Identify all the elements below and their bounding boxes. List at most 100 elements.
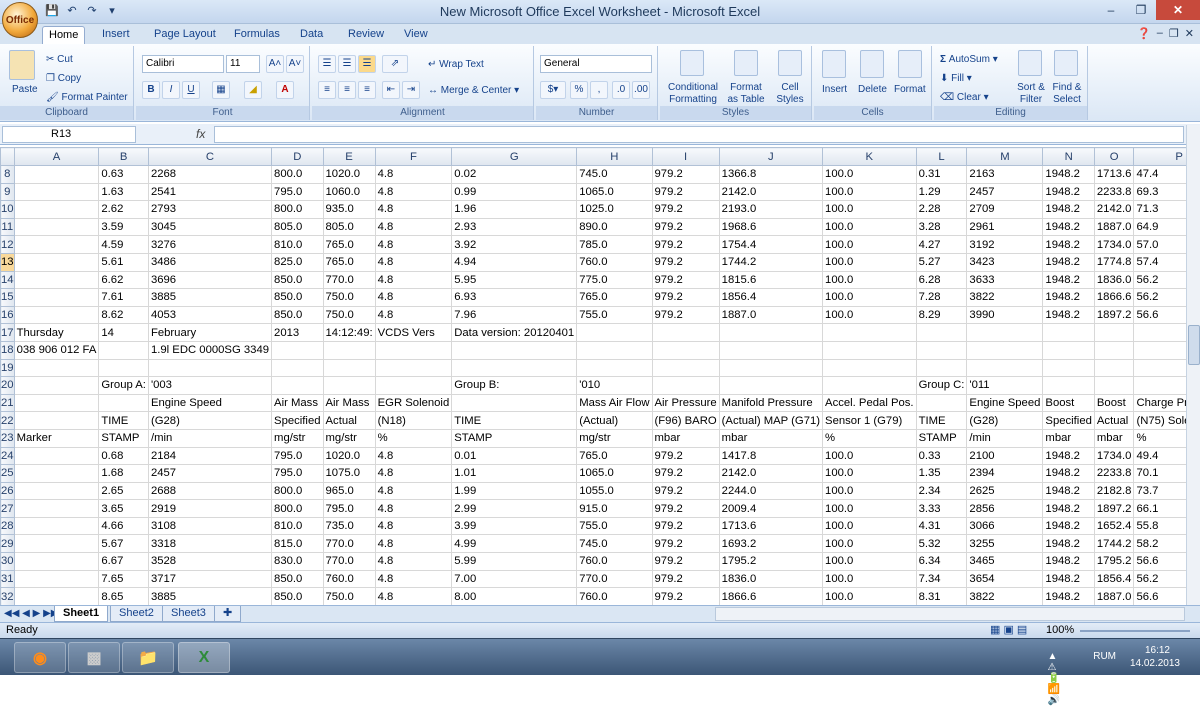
cell[interactable]: 1417.8	[718, 446, 824, 466]
cell[interactable]: %	[374, 428, 453, 448]
cell[interactable]	[822, 323, 917, 342]
cell[interactable]: 750.0	[322, 305, 376, 325]
cell[interactable]: 4.8	[374, 288, 453, 307]
cell[interactable]: STAMP	[98, 428, 149, 448]
cell[interactable]: 6.28	[915, 270, 968, 290]
row-header[interactable]: 26	[0, 481, 15, 501]
cell[interactable]	[98, 340, 149, 360]
row-header[interactable]: 10	[0, 200, 15, 219]
excel-icon[interactable]: X	[178, 642, 230, 673]
cell[interactable]: 55.8	[1133, 516, 1186, 536]
cell[interactable]: 1.9l EDC 0000SG 3349	[147, 340, 273, 360]
cell[interactable]: 795.0	[271, 446, 324, 466]
cell[interactable]: 0.02	[451, 165, 578, 184]
cell[interactable]	[966, 340, 1044, 360]
cell[interactable]: 2793	[147, 200, 273, 219]
column-header-h[interactable]: H	[576, 147, 653, 166]
wrap-text-button[interactable]: ↵ Wrap Text	[428, 59, 484, 71]
cell[interactable]: Thursday	[13, 323, 100, 342]
cell[interactable]: Data version: 20120401	[451, 323, 578, 342]
cell[interactable]: 0.68	[98, 446, 149, 466]
cell[interactable]: 850.0	[271, 587, 324, 605]
cell[interactable]: 1948.2	[1042, 464, 1095, 483]
cell[interactable]: 100.0	[822, 516, 917, 536]
row-header[interactable]: 31	[0, 569, 15, 589]
cell[interactable]: 965.0	[322, 481, 376, 501]
cell[interactable]: 1.01	[451, 464, 578, 483]
cell[interactable]: 1948.2	[1042, 587, 1095, 605]
cell[interactable]: 7.65	[98, 569, 149, 589]
row-header[interactable]: 24	[0, 446, 15, 466]
cell[interactable]	[271, 358, 324, 378]
workbook-close-icon[interactable]: ✕	[1185, 27, 1194, 40]
cell[interactable]: 100.0	[822, 200, 917, 219]
vertical-scroll-thumb[interactable]	[1188, 325, 1200, 365]
tab-home[interactable]: Home	[42, 26, 86, 44]
cell[interactable]	[966, 358, 1044, 378]
borders-icon[interactable]: ▦	[212, 81, 230, 99]
column-header-m[interactable]: M	[966, 147, 1044, 166]
cell[interactable]: 4.31	[915, 516, 968, 536]
cell[interactable]: 1836.0	[1093, 270, 1135, 290]
row-header[interactable]: 8	[0, 165, 15, 184]
row-header[interactable]: 25	[0, 464, 15, 483]
cell[interactable]: 0.63	[98, 165, 149, 184]
cell[interactable]: 100.0	[822, 534, 917, 554]
cell[interactable]: 71.3	[1133, 200, 1186, 219]
cell[interactable]: 760.0	[322, 569, 376, 589]
cell[interactable]: 3423	[966, 252, 1044, 272]
cell[interactable]	[374, 340, 453, 360]
cell[interactable]	[1093, 340, 1135, 360]
cell[interactable]	[13, 252, 100, 272]
cell[interactable]: mbar	[1093, 428, 1135, 448]
cell[interactable]	[915, 358, 968, 378]
cell[interactable]: 979.2	[651, 481, 720, 501]
cell[interactable]: 1948.2	[1042, 552, 1095, 571]
cell[interactable]	[1133, 376, 1186, 395]
cell[interactable]: 1020.0	[322, 165, 376, 184]
format-cells-button[interactable]: Format	[894, 84, 926, 96]
cell[interactable]: (Actual) MAP (G71)	[718, 411, 824, 430]
cell[interactable]: 1020.0	[322, 446, 376, 466]
cell[interactable]	[1133, 358, 1186, 378]
cell[interactable]: 2709	[966, 200, 1044, 219]
cell[interactable]	[718, 340, 824, 360]
cell[interactable]: 2244.0	[718, 481, 824, 501]
cell[interactable]: TIME	[451, 411, 578, 430]
cell[interactable]: 100.0	[822, 569, 917, 589]
insert-cells-icon[interactable]	[822, 50, 846, 78]
cell[interactable]: 2457	[147, 464, 273, 483]
cell[interactable]: 800.0	[271, 499, 324, 518]
cell[interactable]: 56.2	[1133, 288, 1186, 307]
cell[interactable]: 1948.2	[1042, 182, 1095, 202]
grow-font-icon[interactable]: A˄	[266, 55, 284, 73]
cell[interactable]	[13, 200, 100, 219]
cell[interactable]: 2100	[966, 446, 1044, 466]
shrink-font-icon[interactable]: A˅	[286, 55, 304, 73]
cell[interactable]: 8.62	[98, 305, 149, 325]
cell[interactable]	[322, 358, 376, 378]
cell[interactable]: (G28)	[966, 411, 1044, 430]
cell[interactable]: Boost	[1093, 393, 1135, 413]
clock-date[interactable]: 14.02.2013	[1130, 658, 1180, 669]
cell[interactable]	[718, 323, 824, 342]
cell[interactable]: 2541	[147, 182, 273, 202]
cell[interactable]: 775.0	[576, 270, 653, 290]
cell[interactable]: 3318	[147, 534, 273, 554]
cell[interactable]: 100.0	[822, 464, 917, 483]
cell[interactable]: 4.8	[374, 499, 453, 518]
cell[interactable]: 100.0	[822, 252, 917, 272]
cell[interactable]: Specified	[271, 411, 324, 430]
cell[interactable]: 4.27	[915, 235, 968, 254]
cell[interactable]: 760.0	[576, 552, 653, 571]
cell[interactable]: 750.0	[322, 587, 376, 605]
cell[interactable]: 850.0	[271, 270, 324, 290]
cell[interactable]: 1897.2	[1093, 305, 1135, 325]
cell[interactable]: 4.8	[374, 534, 453, 554]
cell[interactable]	[374, 358, 453, 378]
orientation-icon[interactable]: ⇗	[382, 55, 408, 73]
cell[interactable]: 100.0	[822, 305, 917, 325]
cell[interactable]: 3255	[966, 534, 1044, 554]
worksheet-grid[interactable]: ABCDEFGHIJKLMNOPQR80.632268800.01020.04.…	[0, 147, 1186, 605]
cell[interactable]	[1093, 376, 1135, 395]
